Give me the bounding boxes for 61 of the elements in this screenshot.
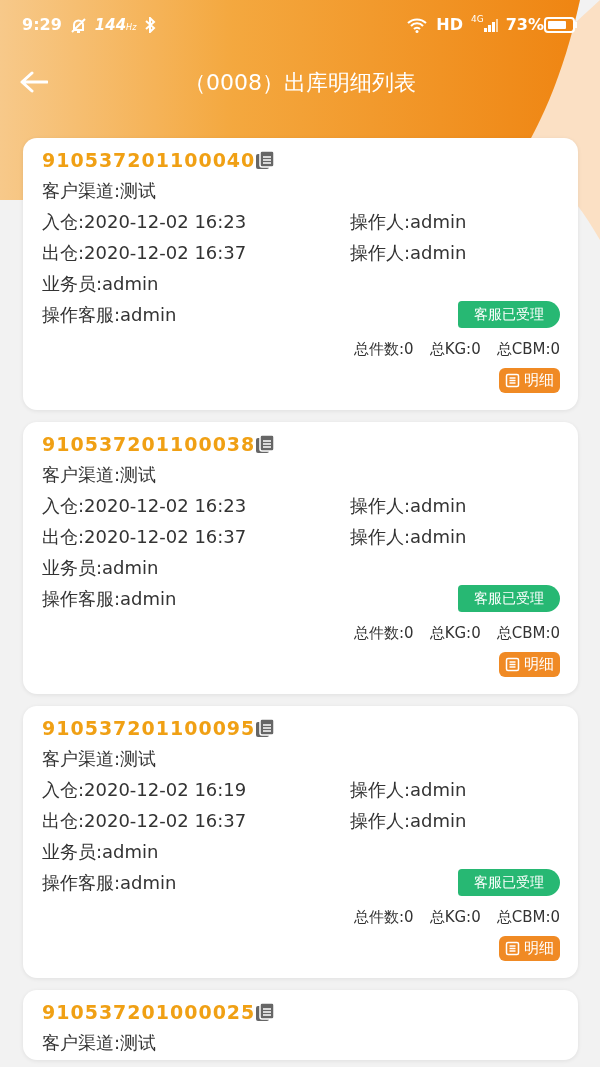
- list-icon: [505, 940, 520, 956]
- total-text: 总件数:0: [354, 622, 414, 644]
- time-text: 出仓:2020-12-02 16:37: [42, 808, 248, 833]
- time-text: 入仓:2020-12-02 16:23: [42, 209, 248, 234]
- refresh-rate: 144: [94, 16, 127, 34]
- operator-text: 操作人:admin: [350, 240, 467, 265]
- order-card[interactable]: 910537201000025 客户渠道:测试: [23, 990, 578, 1060]
- network-type: 4G: [471, 12, 484, 26]
- copy-icon[interactable]: [255, 434, 276, 455]
- operator-text: 操作人:admin: [350, 808, 467, 833]
- time-text: 出仓:2020-12-02 16:37: [42, 524, 248, 549]
- service-text: 操作客服:admin: [42, 870, 177, 895]
- operator-text: 操作人:admin: [350, 524, 467, 549]
- total-text: 总件数:0: [354, 338, 414, 360]
- operator-text: 操作人:admin: [350, 209, 467, 234]
- bell-off-icon: [69, 16, 87, 34]
- total-text: 总CBM:0: [496, 906, 560, 928]
- status-badge: 客服已受理: [458, 300, 560, 328]
- status-badge: 客服已受理: [458, 868, 560, 896]
- clock: 9:29: [22, 14, 62, 36]
- salesman-text: 业务员:admin: [42, 271, 160, 296]
- copy-icon[interactable]: [255, 718, 276, 739]
- time-text: 出仓:2020-12-02 16:37: [42, 240, 248, 265]
- total-text: 总CBM:0: [496, 338, 560, 360]
- salesman-text: 业务员:admin: [42, 555, 160, 580]
- channel-text: 客户渠道:测试: [42, 178, 158, 203]
- wifi-icon: [406, 17, 429, 33]
- order-card[interactable]: 910537201100038 客户渠道:测试 入仓:2020-12-02 16:23 操作人:admin 出仓:2020-12-02 16:37 操作人:admin 业务员:admin 操作客服:admin 客服已受理 总件数:0 总KG:0 总CBM:0 明细: [23, 422, 578, 694]
- list-icon: [505, 372, 520, 388]
- page-title: （0008）出库明细列表: [183, 68, 417, 97]
- battery-icon: [544, 17, 578, 33]
- bluetooth-icon: [144, 17, 157, 33]
- salesman-text: 业务员:admin: [42, 839, 160, 864]
- total-text: 总KG:0: [429, 338, 481, 360]
- signal-icon: [483, 18, 498, 32]
- status-badge: 客服已受理: [458, 584, 560, 612]
- total-text: 总件数:0: [354, 906, 414, 928]
- order-number: 910537201100038: [42, 432, 256, 457]
- time-text: 入仓:2020-12-02 16:23: [42, 493, 248, 518]
- refresh-unit: Hz: [126, 23, 137, 32]
- channel-text: 客户渠道:测试: [42, 462, 158, 487]
- list-icon: [505, 656, 520, 672]
- service-text: 操作客服:admin: [42, 586, 177, 611]
- channel-text: 客户渠道:测试: [42, 746, 158, 771]
- order-number: 910537201100040: [42, 148, 256, 173]
- order-card[interactable]: 910537201100095 客户渠道:测试 入仓:2020-12-02 16:19 操作人:admin 出仓:2020-12-02 16:37 操作人:admin 业务员:admin 操作客服:admin 客服已受理 总件数:0 总KG:0 总CBM:0 明细: [23, 706, 578, 978]
- total-text: 总CBM:0: [496, 622, 560, 644]
- total-text: 总KG:0: [429, 622, 481, 644]
- operator-text: 操作人:admin: [350, 777, 467, 802]
- time-text: 入仓:2020-12-02 16:19: [42, 777, 248, 802]
- copy-icon[interactable]: [255, 1002, 276, 1023]
- copy-icon[interactable]: [255, 150, 276, 171]
- order-number: 910537201100095: [42, 716, 256, 741]
- order-card[interactable]: 910537201100040 客户渠道:测试 入仓:2020-12-02 16:23 操作人:admin 出仓:2020-12-02 16:37 操作人:admin 业务员:admin 操作客服:admin 客服已受理 总件数:0 总KG:0 总CBM:0 明细: [23, 138, 578, 410]
- hd-label: HD: [436, 14, 463, 36]
- channel-text: 客户渠道:测试: [42, 1030, 158, 1055]
- order-number: 910537201000025: [42, 1000, 256, 1025]
- service-text: 操作客服:admin: [42, 302, 177, 327]
- total-text: 总KG:0: [429, 906, 481, 928]
- battery-percent: 73%: [505, 14, 544, 36]
- operator-text: 操作人:admin: [350, 493, 467, 518]
